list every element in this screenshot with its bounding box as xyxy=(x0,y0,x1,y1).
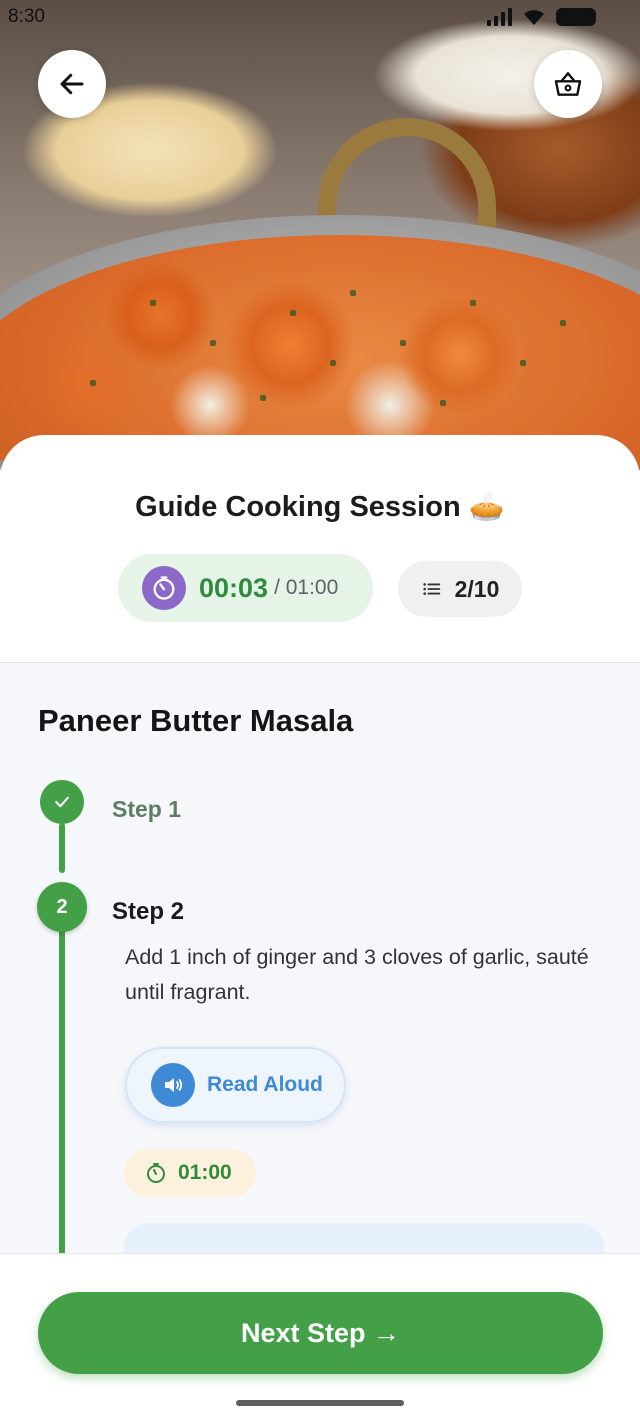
step-1-check[interactable] xyxy=(40,780,84,824)
timer-elapsed: 00:03 xyxy=(199,572,269,603)
back-arrow-icon xyxy=(60,73,84,95)
back-button[interactable] xyxy=(38,50,106,118)
next-step-button[interactable]: Next Step → xyxy=(38,1292,603,1374)
status-icons xyxy=(487,8,596,26)
basket-button[interactable] xyxy=(534,50,602,118)
recipe-title: Paneer Butter Masala xyxy=(38,703,354,738)
home-indicator[interactable] xyxy=(236,1400,404,1406)
tip-box xyxy=(124,1223,604,1253)
basket-icon xyxy=(554,72,582,96)
read-aloud-button[interactable]: Read Aloud xyxy=(125,1047,346,1123)
wifi-icon xyxy=(524,10,544,25)
status-time: 8:30 xyxy=(8,6,45,27)
read-aloud-label: Read Aloud xyxy=(207,1073,323,1096)
list-icon xyxy=(422,583,440,595)
status-bar: 8:30 xyxy=(0,0,640,36)
check-icon xyxy=(55,796,69,808)
step-timer-badge[interactable]: 01:00 xyxy=(124,1149,256,1197)
step-counter[interactable]: 2/10 xyxy=(398,561,522,617)
session-header: Guide Cooking Session 🥧 00:03 / 01:00 2/… xyxy=(0,435,640,663)
signal-icon xyxy=(487,8,512,26)
step-2-instruction: Add 1 inch of ginger and 3 cloves of gar… xyxy=(125,945,589,1004)
battery-icon xyxy=(556,8,596,26)
timer-total: / 01:00 xyxy=(274,576,339,599)
stopwatch-icon xyxy=(142,566,186,610)
session-timer[interactable]: 00:03 / 01:00 xyxy=(118,554,373,622)
speaker-icon xyxy=(151,1063,195,1107)
step-timer-value: 01:00 xyxy=(178,1161,232,1184)
step-1-label[interactable]: Step 1 xyxy=(112,796,181,823)
step-count-text: 2/10 xyxy=(454,575,500,602)
session-title: Guide Cooking Session 🥧 xyxy=(135,491,505,523)
step-2-label: Step 2 xyxy=(112,898,185,925)
bottom-action-bar: Next Step → xyxy=(0,1253,640,1422)
timeline-connector xyxy=(59,931,65,1253)
steps-content[interactable]: Paneer Butter Masala Step 1 2 Step 2 Add… xyxy=(0,663,640,1253)
timer-icon xyxy=(147,1163,165,1183)
timeline-connector xyxy=(59,823,65,873)
step-2-number: 2 xyxy=(37,882,87,932)
